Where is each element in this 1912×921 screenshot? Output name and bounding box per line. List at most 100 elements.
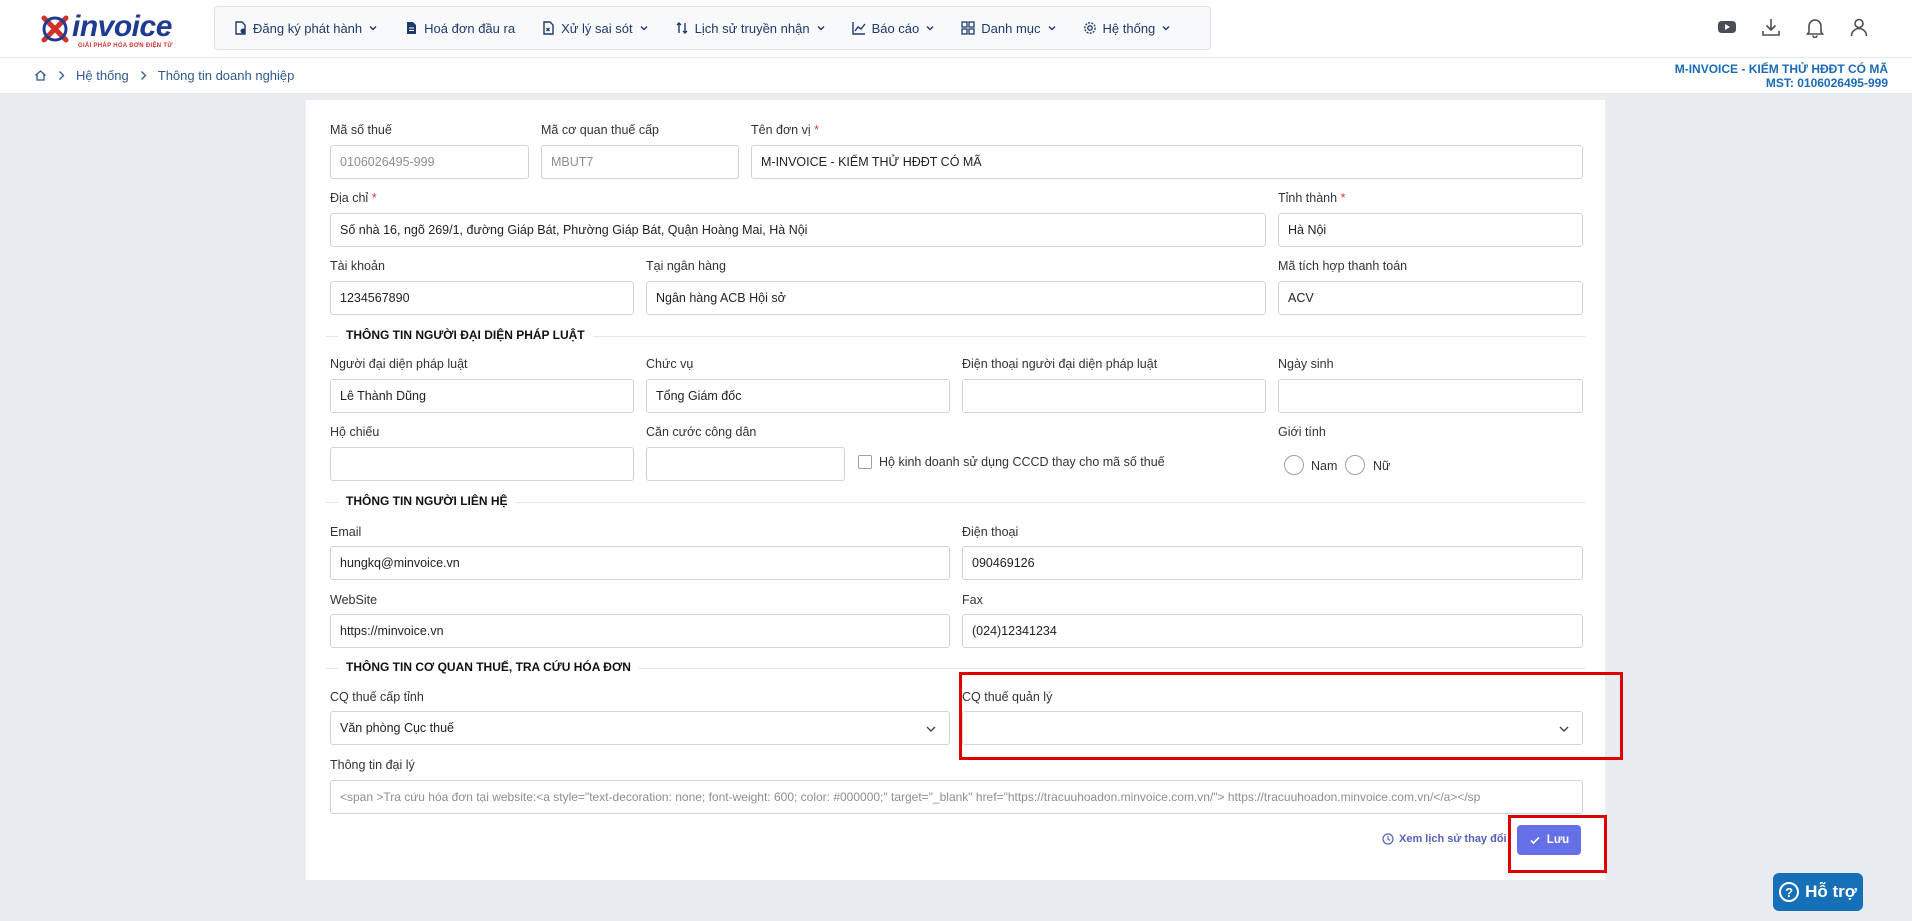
support-button[interactable]: ? Hỗ trợ — [1773, 873, 1863, 911]
menu-label: Hệ thống — [1102, 20, 1156, 36]
chevron-down-icon — [369, 26, 377, 31]
province-label: Tỉnh thành * — [1278, 191, 1345, 205]
bank-input[interactable]: Ngân hàng ACB Hội sở — [646, 281, 1266, 315]
bank-label: Tại ngân hàng — [646, 259, 726, 273]
address-input[interactable]: Số nhà 16, ngõ 269/1, đường Giáp Bát, Ph… — [330, 213, 1266, 247]
menu-lich-su-truyen-nhan[interactable]: Lịch sử truyền nhận — [675, 21, 826, 36]
company-mst: MST: 0106026495-999 — [1765, 76, 1888, 90]
menu-danh-muc[interactable]: Danh mục — [961, 21, 1056, 36]
payment-code-input[interactable]: ACV — [1278, 281, 1583, 315]
help-icon: ? — [1779, 882, 1800, 902]
required-mark: * — [371, 191, 377, 205]
breadcrumb-bar: Hệ thống Thông tin doanh nghiệp M-INVOIC… — [0, 58, 1912, 94]
province-input[interactable]: Hà Nội — [1278, 213, 1583, 247]
menu-dang-ky-phat-hanh[interactable]: Đăng ký phát hành — [233, 21, 378, 36]
unit-name-input[interactable]: M-INVOICE - KIỂM THỬ HĐĐT CÓ MÃ — [751, 145, 1583, 179]
view-history-link[interactable]: Xem lịch sử thay đổi — [1382, 833, 1507, 845]
agent-info-label: Thông tin đại lý — [330, 758, 415, 772]
business-info-form: Mã số thuế 0106026495-999 Mã cơ quan thu… — [306, 100, 1605, 880]
logo-tagline: GIẢI PHÁP HÓA ĐƠN ĐIỆN TỬ — [78, 43, 173, 49]
menu-he-thong[interactable]: Hệ thống — [1083, 21, 1172, 36]
bell-icon[interactable] — [1804, 16, 1826, 39]
company-info: M-INVOICE - KIỂM THỬ HĐĐT CÓ MÃ MST: 010… — [1675, 62, 1888, 90]
phone-input[interactable]: 090469126 — [962, 546, 1583, 580]
legal-rep-section-title: THÔNG TIN NGƯỜI ĐẠI DIỆN PHÁP LUẬT — [338, 328, 593, 342]
birthday-input[interactable] — [1278, 379, 1583, 413]
gear-icon — [1083, 22, 1096, 34]
position-input[interactable]: Tổng Giám đốc — [646, 379, 950, 413]
position-label: Chức vụ — [646, 357, 694, 371]
grid-icon — [961, 21, 975, 35]
legal-rep-label: Người đại diện pháp luật — [330, 357, 468, 371]
chevron-down-icon — [926, 726, 936, 732]
gender-male-radio[interactable] — [1284, 455, 1304, 475]
website-label: WebSite — [330, 593, 378, 607]
top-icons — [1716, 16, 1870, 39]
gender-label: Giới tính — [1278, 425, 1326, 439]
chart-icon — [851, 22, 866, 35]
citizen-id-label: Căn cước công dân — [646, 425, 757, 439]
address-label: Địa chỉ * — [330, 191, 377, 205]
logo-text: invoice — [72, 10, 172, 43]
chevron-down-icon — [640, 26, 648, 31]
passport-input[interactable] — [330, 447, 634, 481]
breadcrumb-he-thong[interactable]: Hệ thống — [76, 68, 129, 83]
province-tax-select[interactable]: Văn phòng Cục thuế — [330, 711, 950, 745]
menu-xu-ly-sai-sot[interactable]: Xử lý sai sót — [541, 21, 649, 36]
chevron-down-icon — [1162, 26, 1170, 31]
company-name: M-INVOICE - KIỂM THỬ HĐĐT CÓ MÃ — [1674, 62, 1888, 76]
chevron-right-icon — [59, 71, 65, 80]
chevron-right-icon — [140, 71, 147, 80]
agent-info-input[interactable]: <span >Tra cứu hóa đơn tại website:<a st… — [330, 780, 1583, 814]
account-input[interactable]: 1234567890 — [330, 281, 634, 315]
tax-authority-code-label: Mã cơ quan thuế cấp — [541, 123, 659, 137]
contact-section: THÔNG TIN NGƯỜI LIÊN HỆ — [326, 494, 1585, 510]
email-label: Email — [330, 525, 362, 539]
menu-label: Danh mục — [981, 20, 1041, 36]
fax-input[interactable]: (024)12341234 — [962, 614, 1583, 648]
menu-label: Đăng ký phát hành — [253, 20, 363, 36]
menu-label: Lịch sử truyền nhận — [694, 20, 810, 36]
menu-bao-cao[interactable]: Báo cáo — [851, 20, 936, 36]
citizen-id-input[interactable] — [646, 447, 845, 481]
rep-phone-input[interactable] — [962, 379, 1266, 413]
chevron-down-icon — [926, 26, 934, 31]
birthday-label: Ngày sinh — [1278, 357, 1334, 371]
menu-hoa-don-dau-ra[interactable]: Hoá đơn đầu ra — [404, 21, 515, 36]
rep-phone-label: Điện thoại người đại diện pháp luật — [962, 357, 1158, 371]
menu-label: Báo cáo — [871, 20, 920, 36]
payment-code-label: Mã tích hợp thanh toán — [1278, 259, 1408, 273]
required-mark: * — [1340, 191, 1346, 205]
youtube-icon[interactable] — [1716, 16, 1738, 38]
unit-name-label-text: Tên đơn vị — [751, 123, 811, 137]
transfer-arrows-icon — [676, 22, 688, 34]
website-input[interactable]: https://minvoice.vn — [330, 614, 950, 648]
main-menu: Đăng ký phát hành Hoá đơn đầu ra Xử lý s… — [214, 6, 1211, 50]
cccd-checkbox[interactable] — [858, 455, 872, 469]
contact-section-title: THÔNG TIN NGƯỜI LIÊN HỆ — [338, 494, 516, 508]
account-label: Tài khoản — [330, 259, 385, 273]
download-icon[interactable] — [1760, 16, 1782, 38]
breadcrumb: Hệ thống Thông tin doanh nghiệp — [34, 68, 294, 83]
gender-female-radio[interactable] — [1345, 455, 1365, 475]
province-tax-value: Văn phòng Cục thuế — [340, 721, 454, 735]
tax-section-title: THÔNG TIN CƠ QUAN THUẾ, TRA CỨU HÓA ĐƠN — [338, 660, 639, 674]
user-icon[interactable] — [1848, 16, 1870, 38]
gender-female-label: Nữ — [1373, 459, 1391, 473]
tax-code-input[interactable]: 0106026495-999 — [330, 145, 529, 179]
fax-label: Fax — [962, 593, 983, 607]
legal-rep-input[interactable]: Lê Thành Dũng — [330, 379, 634, 413]
gender-male-label: Nam — [1311, 459, 1338, 473]
unit-name-label: Tên đơn vị * — [751, 123, 819, 137]
top-bar: invoice GIẢI PHÁP HÓA ĐƠN ĐIỆN TỬ Đăng k… — [0, 0, 1912, 58]
home-icon[interactable] — [34, 69, 47, 82]
cccd-checkbox-label: Hộ kinh doanh sử dụng CCCD thay cho mã s… — [879, 455, 1165, 469]
tax-authority-code-input[interactable]: MBUT7 — [541, 145, 739, 179]
highlight-save-button — [1508, 815, 1607, 873]
chevron-down-icon — [817, 26, 825, 31]
app-logo[interactable]: invoice GIẢI PHÁP HÓA ĐƠN ĐIỆN TỬ — [38, 10, 178, 49]
chevron-down-icon — [1048, 26, 1056, 31]
email-input[interactable]: hungkq@minvoice.vn — [330, 546, 950, 580]
clock-icon — [1382, 833, 1394, 845]
tax-code-label: Mã số thuế — [330, 123, 392, 137]
